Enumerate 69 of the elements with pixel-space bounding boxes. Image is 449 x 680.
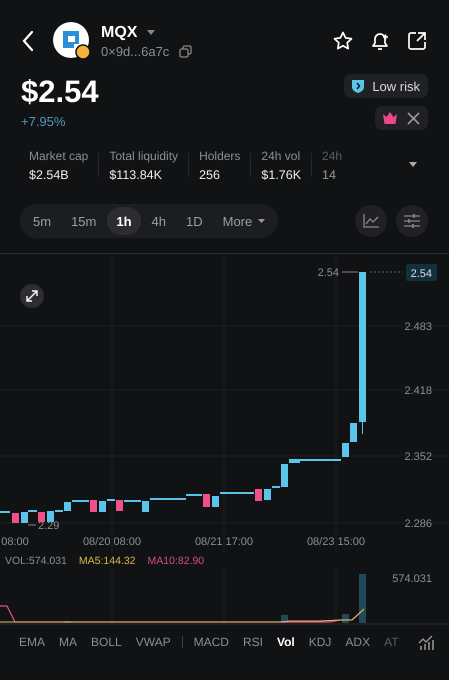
ma5-reading: MA5:144.32 bbox=[78, 555, 136, 569]
stat-value: 14 bbox=[322, 168, 337, 182]
token-logo-icon bbox=[53, 22, 91, 60]
crown-icon[interactable] bbox=[383, 112, 397, 124]
time-axis-label: 08/21 17:00 bbox=[194, 536, 254, 548]
chart-type-button[interactable] bbox=[355, 205, 387, 237]
stat-label: Total liquidity bbox=[109, 148, 178, 162]
candle bbox=[12, 513, 19, 523]
time-axis-label: 08/23 15:00 bbox=[306, 536, 366, 548]
stat-label: 24h bbox=[322, 148, 342, 162]
price-axis-label: 2.483 bbox=[404, 321, 432, 333]
volume-axis-label: 574.031 bbox=[392, 573, 432, 585]
price-axis-label: 2.286 bbox=[404, 518, 432, 530]
stat-value: $1.76K bbox=[261, 168, 302, 182]
price-axis-label: 2.418 bbox=[404, 385, 432, 397]
indicator-tab[interactable]: EMA bbox=[12, 635, 52, 649]
indicator-tab[interactable]: RSI bbox=[236, 635, 270, 649]
back-icon[interactable] bbox=[21, 30, 35, 52]
caret-icon[interactable] bbox=[147, 30, 156, 35]
timeframe-tab[interactable]: 5m bbox=[24, 207, 60, 235]
shield-icon bbox=[352, 79, 364, 93]
stat-value: $113.84K bbox=[109, 168, 163, 182]
star-icon[interactable] bbox=[333, 31, 353, 51]
timeframe-tab[interactable]: More bbox=[214, 207, 274, 235]
indicator-tab[interactable]: Vol bbox=[270, 635, 302, 649]
low-price-label: 2.29 bbox=[38, 520, 60, 532]
x-icon[interactable] bbox=[407, 112, 420, 124]
current-price-label: 2.54 bbox=[410, 268, 432, 280]
stat-label: 24h vol bbox=[261, 148, 302, 162]
token-symbol[interactable]: MQX bbox=[101, 24, 138, 42]
risk-badge[interactable]: Low risk bbox=[344, 74, 428, 98]
caret-icon[interactable] bbox=[409, 162, 417, 167]
settings-button[interactable] bbox=[396, 205, 428, 237]
price-change: +7.95% bbox=[21, 114, 66, 129]
candle bbox=[212, 496, 219, 507]
current-price-tag bbox=[406, 264, 437, 281]
ma10-reading: MA10:82.90 bbox=[148, 555, 204, 569]
timeframe-tab[interactable]: 1D bbox=[177, 207, 212, 235]
indicator-tab[interactable]: MA bbox=[52, 635, 84, 649]
time-axis-label: 08/20 08:00 bbox=[82, 536, 142, 548]
risk-label: Low risk bbox=[372, 78, 420, 94]
timeframe-tab[interactable]: 1h bbox=[107, 207, 141, 235]
high-price-label: 2.54 bbox=[318, 267, 339, 279]
volume-bar bbox=[359, 574, 366, 623]
copy-icon[interactable] bbox=[179, 44, 192, 58]
indicator-tab[interactable]: MACD bbox=[186, 635, 236, 649]
indicator-tab[interactable]: KDJ bbox=[302, 635, 338, 649]
volume-reading: VOL:574.031 bbox=[5, 555, 67, 569]
indicator-tab[interactable]: VWAP bbox=[128, 635, 178, 649]
indicator-settings-icon[interactable] bbox=[418, 634, 434, 650]
timeframe-tab[interactable]: 15m bbox=[62, 207, 106, 235]
share-icon[interactable] bbox=[407, 31, 427, 51]
bell-plus-icon[interactable] bbox=[370, 30, 390, 52]
expand-icon[interactable] bbox=[20, 284, 44, 308]
stat-label: Market cap bbox=[29, 148, 88, 162]
leader-line bbox=[28, 524, 36, 526]
time-axis-label: 08:00 bbox=[1, 536, 29, 548]
sliders-icon bbox=[404, 214, 420, 228]
contract-address: 0×9d...6a7c bbox=[101, 44, 170, 58]
stat-label: Holders bbox=[199, 148, 240, 162]
stat-value: $2.54B bbox=[29, 168, 70, 182]
indicator-tab[interactable]: ADX bbox=[338, 635, 378, 649]
price-axis-label: 2.352 bbox=[404, 451, 432, 463]
caret-icon bbox=[258, 219, 266, 223]
line-chart-icon bbox=[363, 214, 379, 228]
timeframe-tab[interactable]: 4h bbox=[142, 207, 175, 235]
stat-value: 256 bbox=[199, 168, 221, 182]
indicator-tab[interactable]: BOLL bbox=[84, 635, 129, 649]
token-price: $2.54 bbox=[21, 74, 99, 110]
